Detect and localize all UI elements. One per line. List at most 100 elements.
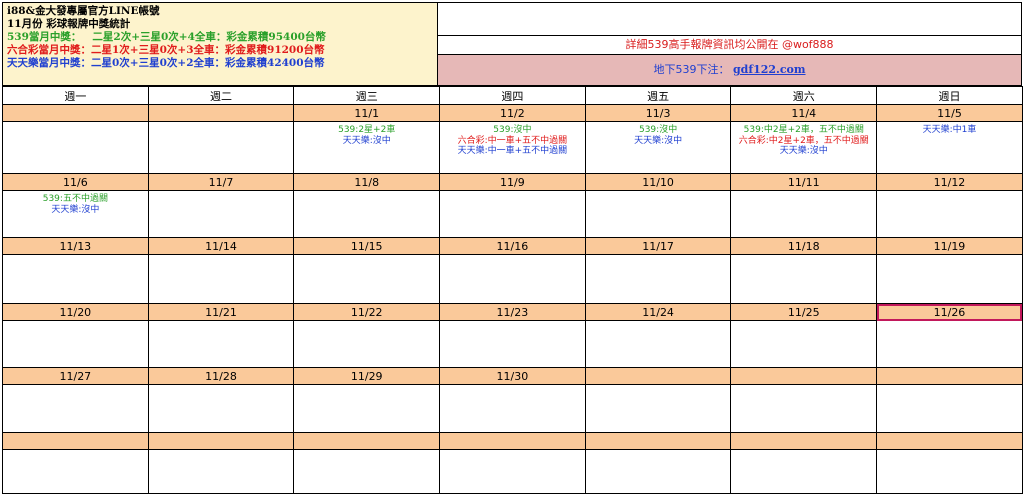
date-cell[interactable]: 11/15: [293, 237, 441, 255]
result-cell[interactable]: [876, 449, 1023, 494]
date-cell[interactable]: 11/10: [584, 173, 732, 191]
result-cell[interactable]: [730, 384, 878, 433]
result-cell[interactable]: [147, 320, 295, 368]
result-cell[interactable]: [730, 449, 878, 494]
date-cell[interactable]: [2, 432, 149, 450]
result-cell[interactable]: [876, 254, 1023, 304]
result-note: 539:沒中: [493, 125, 532, 135]
result-cell[interactable]: [2, 320, 149, 368]
result-cell[interactable]: [439, 449, 586, 494]
date-cell[interactable]: 11/30: [439, 367, 586, 385]
date-cell[interactable]: 11/8: [293, 173, 441, 191]
date-cell[interactable]: 11/1: [293, 104, 441, 122]
result-cell[interactable]: [584, 449, 732, 494]
result-cell[interactable]: [730, 254, 878, 304]
date-cell[interactable]: [584, 367, 732, 385]
date-cell[interactable]: 11/9: [439, 173, 586, 191]
result-cell[interactable]: [2, 121, 149, 174]
date-cell[interactable]: 11/4: [730, 104, 878, 122]
result-cell[interactable]: [147, 121, 295, 174]
result-cell[interactable]: [293, 320, 441, 368]
date-cell[interactable]: [293, 432, 441, 450]
result-cell[interactable]: [147, 190, 295, 238]
result-cell[interactable]: [584, 320, 732, 368]
date-cell[interactable]: 11/26: [876, 303, 1023, 321]
result-cell[interactable]: [147, 254, 295, 304]
date-cell[interactable]: 11/14: [147, 237, 295, 255]
date-cell[interactable]: 11/13: [2, 237, 149, 255]
result-cell[interactable]: [293, 449, 441, 494]
result-cell[interactable]: [584, 190, 732, 238]
date-cell[interactable]: 11/23: [439, 303, 586, 321]
date-cell[interactable]: [147, 104, 295, 122]
date-cell[interactable]: [876, 432, 1023, 450]
result-cell[interactable]: [439, 254, 586, 304]
stats-daily: 天天樂當月中獎：二星0次+三星0次+2全車：彩金累積42400台幣: [7, 57, 325, 69]
date-cell[interactable]: 11/29: [293, 367, 441, 385]
result-cell[interactable]: [439, 190, 586, 238]
weekday-header[interactable]: 週一: [2, 86, 149, 105]
result-cell[interactable]: [293, 384, 441, 433]
date-cell[interactable]: [147, 432, 295, 450]
date-cell[interactable]: [584, 432, 732, 450]
result-cell[interactable]: 539:2星+2車 天天樂:沒中: [293, 121, 441, 174]
result-cell[interactable]: [730, 190, 878, 238]
weekday-header[interactable]: 週二: [147, 86, 295, 105]
result-cell[interactable]: [730, 320, 878, 368]
blank-header-cell[interactable]: [438, 2, 1022, 36]
result-cell[interactable]: 天天樂:中1車: [876, 121, 1023, 174]
date-cell[interactable]: [439, 432, 586, 450]
date-cell[interactable]: 11/17: [584, 237, 732, 255]
result-cell[interactable]: [2, 449, 149, 494]
date-cell[interactable]: 11/24: [584, 303, 732, 321]
result-cell[interactable]: 539:沒中 天天樂:沒中: [584, 121, 732, 174]
date-cell[interactable]: 11/6: [2, 173, 149, 191]
result-cell[interactable]: [876, 320, 1023, 368]
weekday-header[interactable]: 週四: [439, 86, 586, 105]
result-cell[interactable]: [876, 384, 1023, 433]
result-cell[interactable]: [147, 449, 295, 494]
result-cell[interactable]: [439, 384, 586, 433]
date-cell[interactable]: 11/18: [730, 237, 878, 255]
result-note: 539:中2星+2車，五不中過關: [743, 125, 864, 135]
date-cell[interactable]: [876, 367, 1023, 385]
site-link[interactable]: gdf122.com: [733, 63, 806, 76]
date-cell[interactable]: 11/27: [2, 367, 149, 385]
result-cell[interactable]: [293, 190, 441, 238]
result-cell[interactable]: 539:中2星+2車，五不中過關 六合彩:中2星+2車，五不中過關 天天樂:沒中: [730, 121, 878, 174]
date-cell[interactable]: [730, 432, 878, 450]
stats-panel[interactable]: i88&金大發專屬官方LINE帳號 11月份 彩球報牌中獎統計 539當月中獎：…: [2, 2, 438, 86]
date-cell[interactable]: 11/20: [2, 303, 149, 321]
date-cell[interactable]: 11/19: [876, 237, 1023, 255]
date-cell[interactable]: 11/11: [730, 173, 878, 191]
date-cell[interactable]: 11/3: [584, 104, 732, 122]
date-cell[interactable]: 11/22: [293, 303, 441, 321]
result-cell[interactable]: [439, 320, 586, 368]
weekday-header[interactable]: 週六: [730, 86, 878, 105]
date-cell[interactable]: [730, 367, 878, 385]
date-cell[interactable]: 11/21: [147, 303, 295, 321]
result-cell[interactable]: [293, 254, 441, 304]
result-cell[interactable]: [2, 254, 149, 304]
result-cell[interactable]: 539:沒中 六合彩:中一車+五不中過關 天天樂:中一車+五不中過關: [439, 121, 586, 174]
result-cell[interactable]: [2, 384, 149, 433]
result-note: 天天樂:沒中: [634, 135, 683, 146]
result-cell[interactable]: [876, 190, 1023, 238]
link-cell[interactable]: 地下539下注： gdf122.com: [438, 55, 1022, 86]
result-cell[interactable]: 539:五不中過關 天天樂:沒中: [2, 190, 149, 238]
result-cell[interactable]: [147, 384, 295, 433]
date-cell[interactable]: 11/25: [730, 303, 878, 321]
result-cell[interactable]: [584, 254, 732, 304]
date-cell[interactable]: 11/12: [876, 173, 1023, 191]
weekday-header[interactable]: 週三: [293, 86, 441, 105]
announcement-cell[interactable]: 詳細539高手報牌資訊均公開在 @wof888: [438, 36, 1022, 55]
date-cell[interactable]: 11/5: [876, 104, 1023, 122]
date-cell[interactable]: 11/28: [147, 367, 295, 385]
date-cell[interactable]: 11/16: [439, 237, 586, 255]
date-cell[interactable]: 11/7: [147, 173, 295, 191]
date-cell[interactable]: [2, 104, 149, 122]
weekday-header[interactable]: 週五: [584, 86, 732, 105]
weekday-header[interactable]: 週日: [876, 86, 1023, 105]
result-cell[interactable]: [584, 384, 732, 433]
date-cell[interactable]: 11/2: [439, 104, 586, 122]
